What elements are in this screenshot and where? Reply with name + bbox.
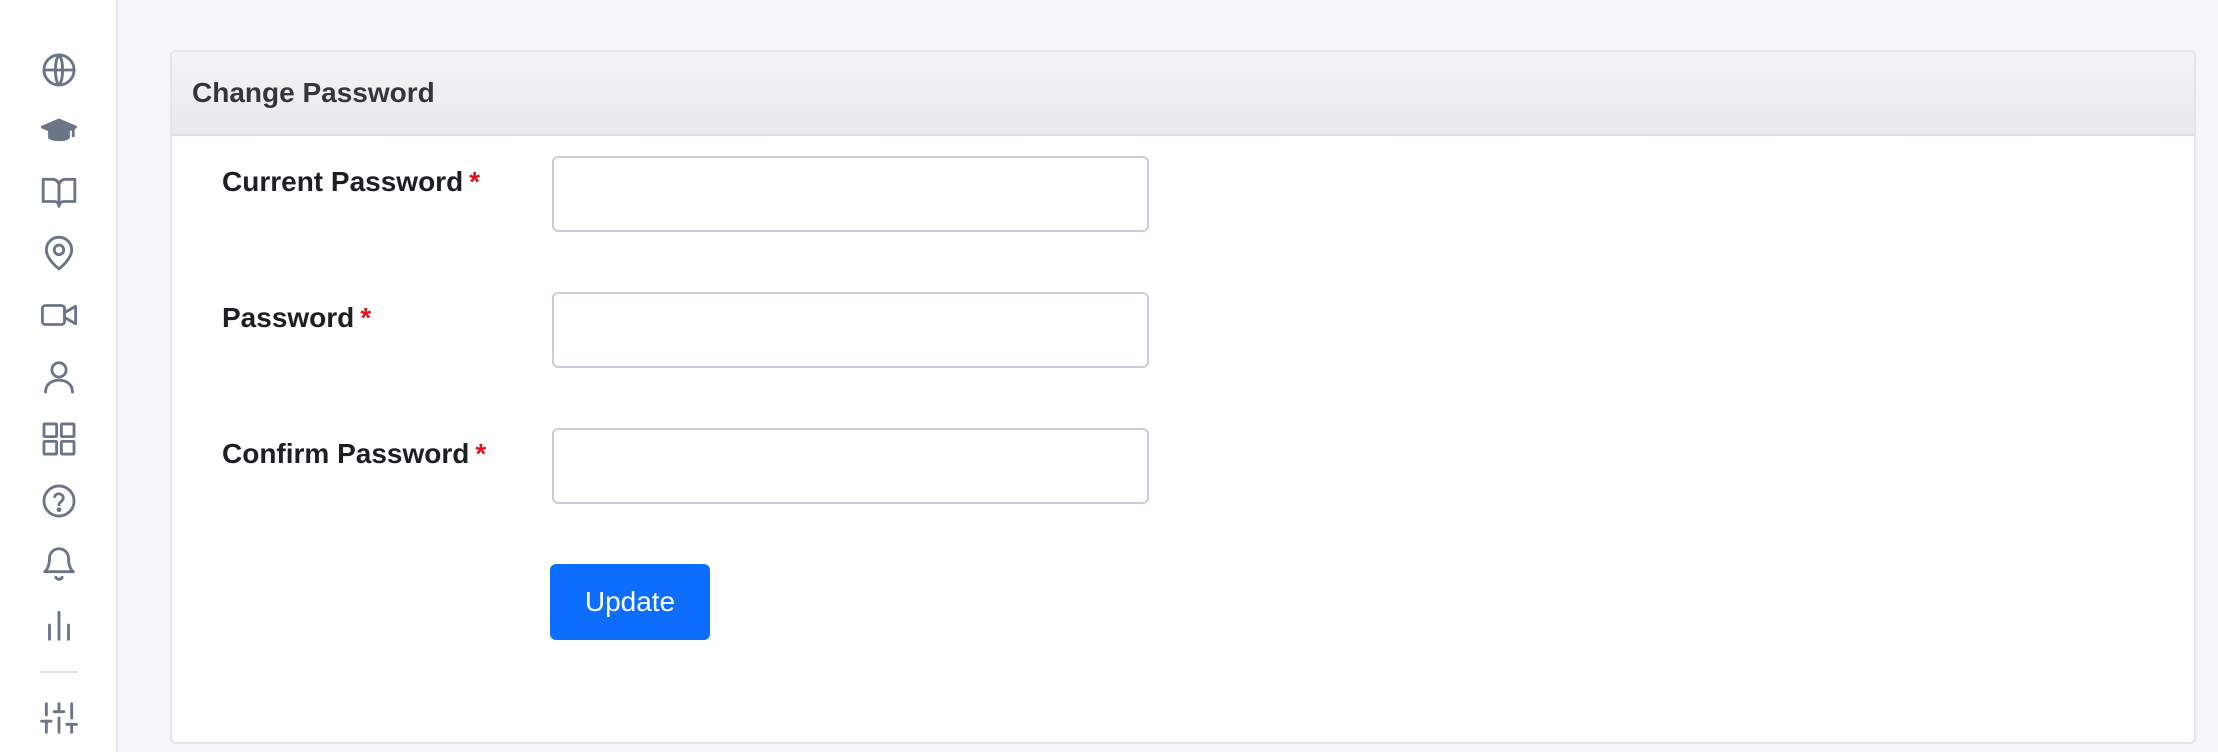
current-password-input[interactable] <box>552 156 1149 232</box>
update-button[interactable]: Update <box>550 564 710 640</box>
password-input[interactable] <box>552 292 1149 368</box>
required-marker: * <box>469 166 481 197</box>
current-password-label: Current Password * <box>222 166 480 198</box>
bell-icon[interactable] <box>38 542 80 584</box>
grid-icon[interactable] <box>38 418 80 460</box>
map-pin-icon[interactable] <box>38 232 80 274</box>
required-marker: * <box>360 302 372 333</box>
change-password-card: Change Password Current Password * Passwo… <box>170 50 2196 744</box>
password-row: Password * <box>172 292 2194 372</box>
sliders-icon[interactable] <box>38 697 80 739</box>
card-title: Change Password <box>192 77 435 108</box>
book-open-icon[interactable] <box>38 171 80 213</box>
sidebar-divider <box>40 671 78 673</box>
confirm-password-label: Confirm Password * <box>222 438 486 470</box>
bar-chart-icon[interactable] <box>38 604 80 646</box>
current-password-label-text: Current Password <box>222 166 464 197</box>
password-label-text: Password <box>222 302 355 333</box>
required-marker: * <box>475 438 487 469</box>
card-header: Change Password <box>172 52 2194 136</box>
confirm-password-label-text: Confirm Password <box>222 438 470 469</box>
password-label: Password * <box>222 302 371 334</box>
confirm-password-row: Confirm Password * <box>172 428 2194 508</box>
confirm-password-input[interactable] <box>552 428 1149 504</box>
graduation-cap-icon[interactable] <box>38 110 80 152</box>
help-circle-icon[interactable] <box>38 480 80 522</box>
globe-icon[interactable] <box>38 49 80 91</box>
sidebar <box>0 0 118 752</box>
current-password-row: Current Password * <box>172 156 2194 236</box>
user-icon[interactable] <box>38 356 80 398</box>
video-icon[interactable] <box>38 294 80 336</box>
